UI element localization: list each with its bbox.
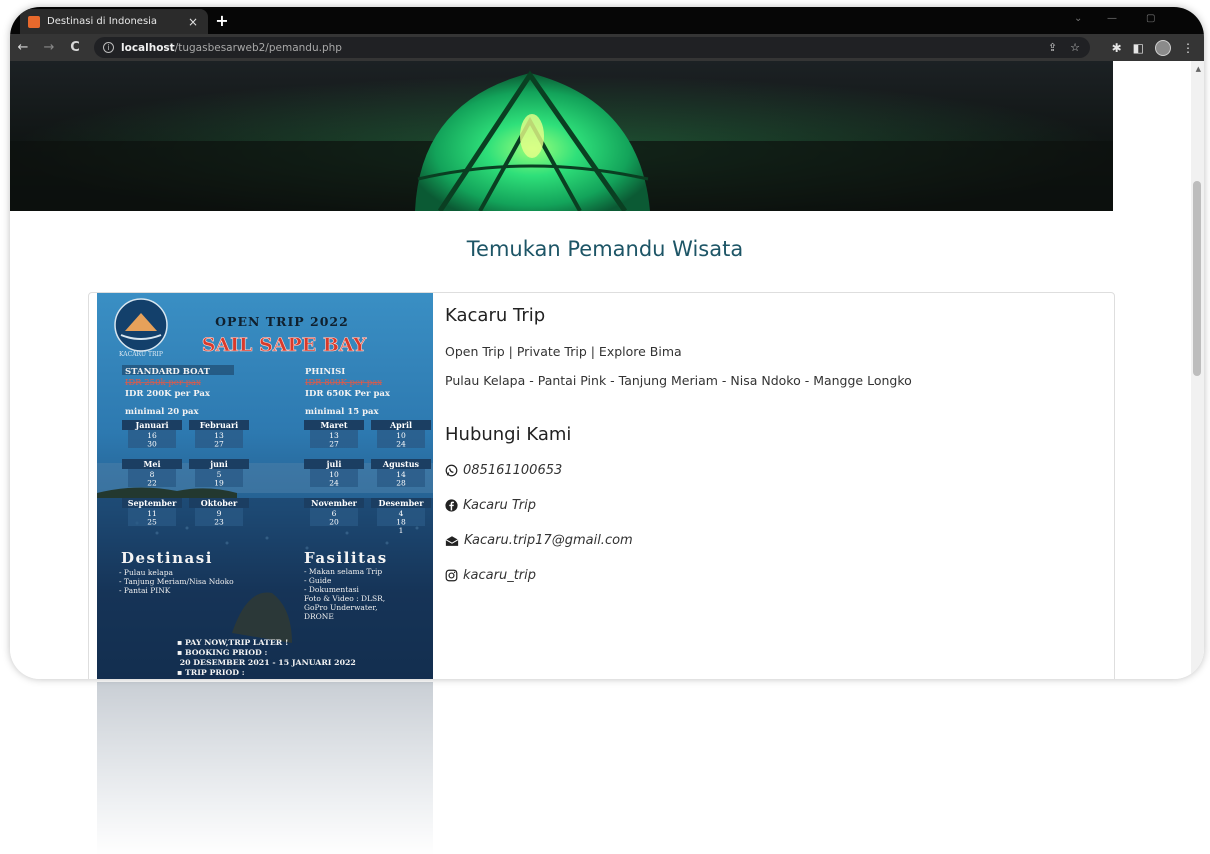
- phinisi-price: IDR 650K Per pax: [305, 389, 391, 399]
- month-box: juli10 24: [304, 459, 364, 488]
- contact-heading: Hubungi Kami: [445, 424, 572, 445]
- trip-poster-image: KACARU TRIP OPEN TRIP 2022 SAIL SAPE BAY…: [97, 293, 433, 679]
- month-box: September11 25: [122, 498, 182, 527]
- standard-boat-price: IDR 200K per Pax: [125, 389, 211, 399]
- month-name: September: [128, 498, 177, 508]
- browser-toolbar: ← → C i localhost /tugasbesarweb2/pemand…: [10, 34, 1204, 61]
- new-tab-button[interactable]: +: [213, 11, 231, 30]
- window-reflection: [10, 682, 1204, 854]
- month-box: Oktober9 23: [189, 498, 249, 527]
- month-dates: 10 24: [396, 431, 406, 449]
- poster-subheading: SAIL SAPE BAY: [202, 334, 367, 356]
- month-name: November: [311, 498, 358, 508]
- trip-types: Open Trip | Private Trip | Explore Bima: [445, 344, 682, 359]
- month-dates: 16 30: [147, 431, 157, 449]
- month-dates: 14 28: [396, 470, 406, 488]
- forward-button[interactable]: →: [36, 40, 62, 55]
- tab-close-button[interactable]: ×: [186, 15, 200, 29]
- tab-strip: Destinasi di Indonesia × + ⌄ — ▢: [10, 7, 1204, 34]
- instagram-contact[interactable]: kacaru_trip: [445, 568, 1104, 583]
- guide-card: KACARU TRIP OPEN TRIP 2022 SAIL SAPE BAY…: [88, 292, 1115, 679]
- phinisi-old-price: IDR 800K per pax: [305, 378, 382, 388]
- share-icon[interactable]: ⇪: [1048, 41, 1057, 54]
- page-viewport: Temukan Pemandu Wisata KACARU TRIP OPEN …: [10, 61, 1204, 679]
- poster-heading: OPEN TRIP 2022: [215, 314, 349, 329]
- destinasi-title: Destinasi: [121, 549, 213, 567]
- trip-route: Pulau Kelapa - Pantai Pink - Tanjung Mer…: [445, 373, 912, 388]
- email-address: Kacaru.trip17@gmail.com: [464, 533, 633, 548]
- month-dates: 13 27: [214, 431, 224, 449]
- phinisi-label: PHINISI: [305, 367, 345, 377]
- month-name: Oktober: [201, 498, 238, 508]
- url-path: /tugasbesarweb2/pemandu.php: [174, 41, 342, 54]
- month-box: Maret13 27: [304, 420, 364, 449]
- whatsapp-number: 085161100653: [463, 463, 563, 478]
- tab-title: Destinasi di Indonesia: [47, 16, 158, 27]
- instagram-handle: kacaru_trip: [463, 568, 536, 583]
- scrollbar-thumb[interactable]: [1193, 181, 1201, 376]
- standard-boat-label: STANDARD BOAT: [125, 367, 211, 377]
- url-host: localhost: [121, 41, 175, 54]
- tab-search-icon[interactable]: ⌄: [1074, 13, 1082, 24]
- page-title: Temukan Pemandu Wisata: [466, 237, 744, 261]
- month-name: juni: [209, 459, 228, 469]
- facebook-icon: [445, 499, 458, 512]
- fasilitas-title: Fasilitas: [304, 549, 388, 567]
- back-button[interactable]: ←: [10, 40, 36, 55]
- extensions-icon[interactable]: ✱: [1112, 41, 1122, 55]
- month-name: Januari: [134, 420, 168, 430]
- month-box: April10 24: [371, 420, 431, 449]
- month-box: Januari16 30: [122, 420, 182, 449]
- hero-banner-image: [10, 61, 1113, 211]
- month-box: juni5 19: [189, 459, 249, 488]
- month-dates: 10 24: [329, 470, 339, 488]
- menu-kebab-icon[interactable]: ⋮: [1182, 41, 1194, 55]
- month-box: Februari13 27: [189, 420, 249, 449]
- whatsapp-contact[interactable]: 085161100653: [445, 463, 1104, 478]
- month-box: November6 20: [304, 498, 364, 527]
- reload-button[interactable]: C: [62, 40, 88, 55]
- month-name: April: [389, 420, 412, 430]
- maximize-button[interactable]: ▢: [1146, 13, 1155, 24]
- month-name: Desember: [379, 498, 425, 508]
- email-contact[interactable]: Kacaru.trip17@gmail.com: [445, 533, 1104, 548]
- profile-avatar[interactable]: [1155, 40, 1171, 56]
- standard-boat-minimum: minimal 20 pax: [125, 407, 200, 417]
- guide-name: Kacaru Trip: [445, 305, 546, 326]
- browser-window: Destinasi di Indonesia × + ⌄ — ▢ ← → C i…: [10, 7, 1204, 679]
- tab-favicon-icon: [28, 15, 40, 28]
- standard-boat-old-price: IDR 250k per pax: [125, 378, 201, 388]
- envelope-icon: [445, 535, 459, 546]
- whatsapp-icon: [445, 464, 458, 477]
- facebook-contact[interactable]: Kacaru Trip: [445, 498, 1104, 513]
- month-name: Mei: [144, 459, 161, 469]
- facebook-name: Kacaru Trip: [463, 498, 536, 513]
- instagram-icon: [445, 569, 458, 582]
- card-body: Kacaru Trip Open Trip | Private Trip | E…: [445, 305, 1104, 603]
- minimize-button[interactable]: —: [1107, 13, 1117, 24]
- reflection-fade: [10, 682, 1204, 854]
- poster-brand: KACARU TRIP: [119, 351, 163, 358]
- month-dates: 13 27: [329, 431, 339, 449]
- tent-illustration: [10, 61, 1113, 211]
- bookmark-star-icon[interactable]: ☆: [1070, 41, 1080, 54]
- month-box: Agustus14 28: [371, 459, 431, 488]
- month-box: Mei8 22: [122, 459, 182, 488]
- month-name: juli: [326, 459, 342, 469]
- vertical-scrollbar[interactable]: ▲: [1191, 61, 1204, 679]
- month-name: Maret: [320, 420, 347, 430]
- scroll-up-arrow-icon[interactable]: ▲: [1196, 65, 1201, 73]
- month-name: Agustus: [382, 459, 420, 469]
- site-info-icon[interactable]: i: [103, 42, 114, 53]
- browser-tab[interactable]: Destinasi di Indonesia ×: [20, 9, 208, 34]
- side-panel-icon[interactable]: ◧: [1133, 41, 1144, 55]
- month-name: Februari: [200, 420, 238, 430]
- month-dates: 11 25: [147, 509, 157, 527]
- address-bar[interactable]: i localhost /tugasbesarweb2/pemandu.php …: [94, 37, 1090, 58]
- phinisi-minimum: minimal 15 pax: [305, 407, 380, 417]
